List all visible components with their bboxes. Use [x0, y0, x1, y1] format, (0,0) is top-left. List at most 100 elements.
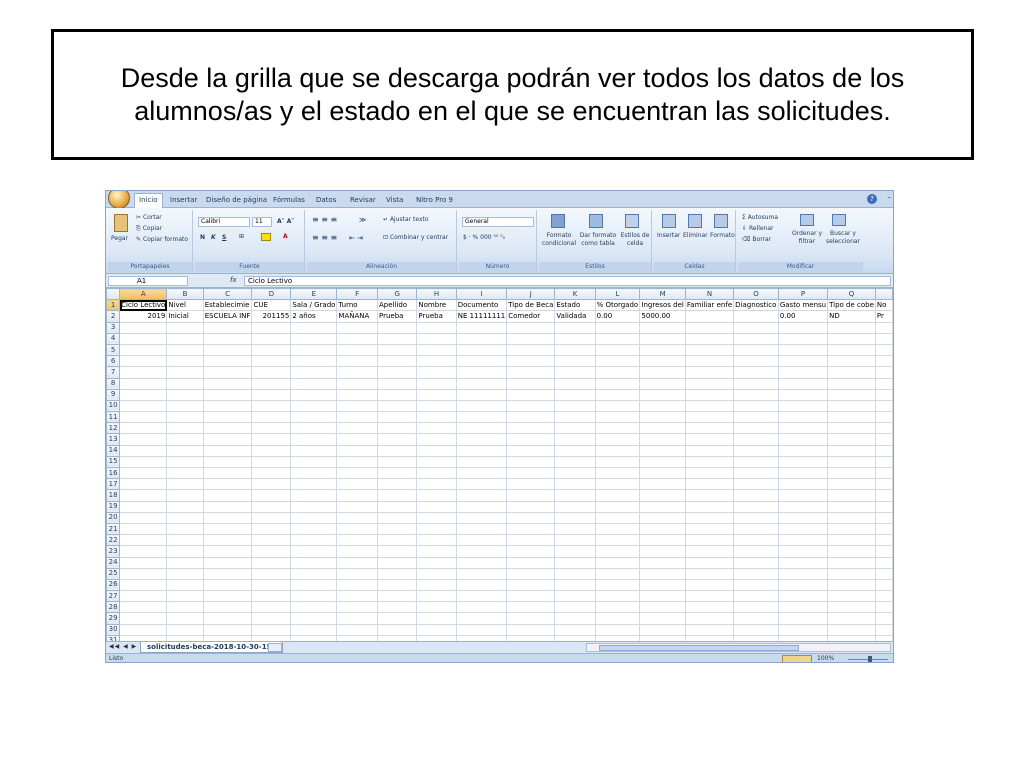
cell[interactable] [684, 411, 735, 424]
cell[interactable] [684, 534, 735, 547]
cell[interactable] [119, 578, 168, 592]
cell[interactable] [874, 511, 893, 524]
cell[interactable] [733, 455, 779, 469]
cell[interactable] [777, 422, 829, 435]
cell[interactable] [506, 500, 556, 513]
cell[interactable] [827, 422, 876, 435]
cell[interactable] [376, 545, 418, 558]
cell[interactable] [119, 355, 168, 368]
cell[interactable] [251, 433, 292, 446]
cell[interactable] [594, 444, 641, 457]
cell[interactable] [827, 321, 876, 334]
cell[interactable] [416, 522, 457, 536]
cell[interactable] [639, 623, 686, 636]
cell[interactable] [336, 578, 378, 592]
cell[interactable] [166, 623, 204, 636]
cell[interactable] [251, 489, 292, 502]
cell[interactable] [733, 623, 779, 636]
cell[interactable] [166, 343, 204, 357]
cell[interactable] [639, 343, 686, 357]
cell[interactable] [639, 578, 686, 592]
cell[interactable] [376, 590, 418, 603]
cell[interactable] [336, 500, 378, 513]
cell[interactable] [506, 455, 556, 469]
cell[interactable] [251, 545, 292, 558]
cell[interactable] [376, 411, 418, 424]
cell[interactable] [251, 411, 292, 424]
cut-button[interactable]: ✂ Cortar [136, 214, 162, 222]
cell[interactable]: Comedor [506, 310, 556, 323]
cell[interactable] [202, 500, 253, 513]
cell[interactable] [554, 612, 596, 625]
cell[interactable] [119, 377, 168, 390]
cell[interactable] [336, 466, 378, 480]
cell[interactable] [336, 534, 378, 547]
cell[interactable] [376, 578, 418, 592]
cell[interactable] [455, 500, 508, 513]
cell[interactable] [119, 444, 168, 457]
cell[interactable] [639, 556, 686, 569]
row-header[interactable]: 2 [106, 310, 121, 323]
cell[interactable] [119, 489, 168, 502]
cell[interactable] [416, 377, 457, 390]
cell[interactable] [251, 466, 292, 480]
cell[interactable] [416, 601, 457, 614]
row-header[interactable]: 15 [106, 455, 121, 469]
cell[interactable] [251, 366, 292, 379]
format-cells-icon[interactable] [714, 214, 728, 228]
cell[interactable] [506, 567, 556, 580]
cell[interactable]: CUE [251, 299, 292, 312]
cell[interactable] [119, 321, 168, 334]
cell[interactable] [336, 332, 378, 345]
format-table-icon[interactable] [589, 214, 603, 228]
cell[interactable] [506, 444, 556, 457]
cell[interactable]: No [874, 299, 893, 312]
cell[interactable] [506, 366, 556, 379]
cell[interactable] [119, 601, 168, 614]
cell[interactable] [336, 388, 378, 401]
cell[interactable] [827, 522, 876, 536]
cell[interactable] [119, 343, 168, 357]
cell[interactable] [827, 455, 876, 469]
cell[interactable] [119, 388, 168, 401]
cell[interactable] [594, 500, 641, 513]
cell[interactable] [416, 321, 457, 334]
cell[interactable] [874, 556, 893, 569]
cell[interactable] [251, 567, 292, 580]
cell[interactable] [166, 478, 204, 491]
cell[interactable] [733, 422, 779, 435]
cell[interactable] [639, 422, 686, 435]
cell[interactable] [554, 411, 596, 424]
cell[interactable] [777, 332, 829, 345]
cell[interactable] [416, 444, 457, 457]
cell[interactable] [202, 534, 253, 547]
cell[interactable] [594, 433, 641, 446]
cell[interactable] [166, 455, 204, 469]
cell[interactable] [639, 433, 686, 446]
wrap-text-button[interactable]: ↵ Ajustar texto [383, 216, 429, 224]
cell[interactable]: NE 11111111 [455, 310, 508, 323]
cell-styles-button[interactable]: Estilos de celda [619, 232, 651, 248]
cell[interactable] [827, 545, 876, 558]
cell[interactable] [639, 612, 686, 625]
select-all-corner[interactable] [106, 288, 121, 301]
cell[interactable] [639, 444, 686, 457]
cell[interactable] [684, 444, 735, 457]
cell[interactable] [455, 466, 508, 480]
row-header[interactable]: 19 [106, 500, 121, 513]
cell[interactable] [119, 411, 168, 424]
cell[interactable] [202, 343, 253, 357]
cell[interactable]: Apellido [376, 299, 418, 312]
cell[interactable] [290, 321, 338, 334]
cell[interactable] [639, 511, 686, 524]
cell[interactable] [827, 332, 876, 345]
cell[interactable] [336, 366, 378, 379]
row-header[interactable]: 10 [106, 399, 121, 413]
cell[interactable] [336, 377, 378, 390]
cell[interactable] [684, 545, 735, 558]
cell[interactable]: Turno [336, 299, 378, 312]
cell[interactable] [251, 343, 292, 357]
cell[interactable] [554, 321, 596, 334]
cell[interactable] [506, 377, 556, 390]
cell[interactable] [376, 332, 418, 345]
